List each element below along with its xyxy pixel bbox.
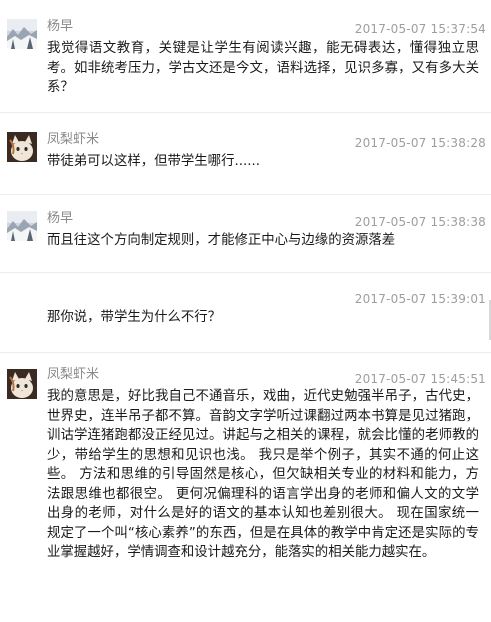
user-avatar-snow-icon[interactable]: [7, 211, 37, 241]
message-text: 我觉得语文教育，关键是让学生有阅读兴趣，能无碍表达，懂得独立思考。如非统考压力，…: [47, 41, 479, 95]
message-divider: [0, 352, 491, 353]
user-avatar-cat-icon[interactable]: [7, 369, 37, 399]
message-divider: [0, 112, 491, 113]
timestamp: 2017-05-07 15:38:28: [354, 136, 486, 150]
username[interactable]: 杨早: [47, 212, 73, 226]
timestamp: 2017-05-07 15:38:38: [354, 215, 486, 229]
timestamp: 2017-05-07 15:37:54: [354, 22, 486, 36]
message-5: 凤梨虾米 2017-05-07 15:45:51 我的意思是，好比我自己不通音乐…: [0, 356, 491, 618]
message-1: 杨早 2017-05-07 15:37:54 我觉得语文教育，关键是让学生有阅读…: [0, 0, 491, 108]
timestamp: 2017-05-07 15:39:01: [354, 292, 486, 306]
user-avatar-snow-icon[interactable]: [7, 19, 37, 49]
timestamp: 2017-05-07 15:45:51: [354, 372, 486, 386]
message-divider: [0, 194, 491, 195]
message-2: 凤梨虾米 2017-05-07 15:38:28 带徒弟可以这样，但带学生哪行.…: [0, 120, 491, 180]
username[interactable]: 杨早: [47, 20, 73, 34]
user-avatar-cat-icon[interactable]: [7, 132, 37, 162]
username[interactable]: 凤梨虾米: [47, 133, 99, 147]
username[interactable]: 凤梨虾米: [47, 368, 99, 382]
message-3: 杨早 2017-05-07 15:38:38 而且往这个方向制定规则，才能修正中…: [0, 200, 491, 258]
message-text: 带徒弟可以这样，但带学生哪行......: [47, 154, 261, 169]
message-text: 而且往这个方向制定规则，才能修正中心与边缘的资源落差: [47, 233, 396, 248]
message-text: 那你说，带学生为什么不行？: [47, 310, 222, 325]
message-text: 我的意思是，好比我自己不通音乐，戏曲，近代史勉强半吊子，古代史，世界史，连半吊子…: [47, 389, 479, 560]
message-4: 2017-05-07 15:39:01 那你说，带学生为什么不行？: [0, 280, 491, 340]
message-divider: [0, 272, 491, 273]
